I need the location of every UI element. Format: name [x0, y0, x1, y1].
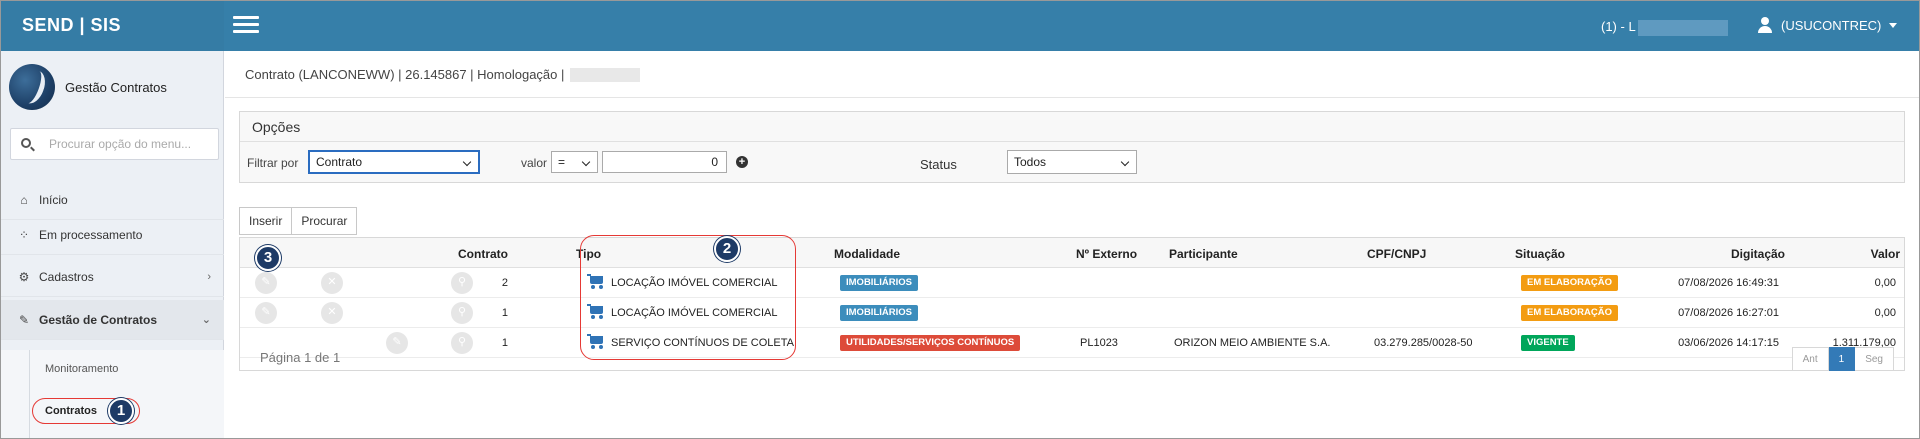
sidebar-item-label: Cadastros [39, 269, 94, 284]
annotation-badge-2: 2 [714, 236, 740, 262]
delete-row-icon[interactable] [321, 272, 343, 294]
sidebar-item-label: Em processamento [39, 227, 143, 242]
status-select[interactable]: Todos [1007, 150, 1137, 174]
chevron-down-icon: ⌄ [201, 314, 211, 326]
col-situacao[interactable]: Situação [1515, 247, 1565, 261]
operator-select-value: = [558, 155, 566, 169]
delete-row-icon[interactable] [321, 302, 343, 324]
edit-row-icon[interactable] [255, 272, 277, 294]
spinner-icon: ⁘ [18, 227, 30, 242]
table-footer: Página 1 de 1 Ant 1 Seg [240, 344, 1904, 371]
sidebar-item-inicio[interactable]: ⌂ Início [1, 180, 224, 220]
col-valor[interactable]: Valor [1871, 247, 1900, 261]
add-filter-icon[interactable]: + [736, 156, 748, 168]
sidebar-item-cadastros[interactable]: ⚙ Cadastros › [1, 257, 224, 297]
modalidade-badge: IMOBILIÁRIOS [840, 305, 918, 321]
user-name: (USUCONTREC) [1781, 17, 1882, 33]
value-label: valor [521, 156, 548, 170]
sidebar-item-gestao-de-contratos[interactable]: ✎ Gestão de Contratos ⌄ [1, 300, 224, 340]
page-1-button[interactable]: 1 [1828, 347, 1856, 371]
chevron-down-icon [1122, 159, 1130, 165]
breadcrumb: Contrato (LANCONEWW) | 26.145867 | Homol… [245, 67, 641, 82]
caret-down-icon [1889, 22, 1898, 28]
gears-icon: ⚙ [18, 269, 30, 284]
app-window: SEND | SIS (1) - L (USUCONTREC) Gestão C… [0, 0, 1920, 439]
status-badge: EM ELABORAÇÃO [1521, 305, 1618, 321]
prev-page-button[interactable]: Ant [1791, 347, 1829, 371]
col-participante[interactable]: Participante [1169, 247, 1238, 261]
edit-row-icon[interactable] [255, 302, 277, 324]
cell-digitacao: 07/08/2026 16:27:01 [1678, 307, 1779, 319]
table-row[interactable]: 2 LOCAÇÃO IMÓVEL COMERCIAL IMOBILIÁRIOS … [240, 268, 1904, 298]
modalidade-badge: IMOBILIÁRIOS [840, 275, 918, 291]
value-input[interactable]: 0 [602, 151, 727, 173]
filter-select[interactable]: Contrato [308, 150, 480, 174]
view-row-icon[interactable] [451, 302, 473, 324]
annotation-badge-1: 1 [108, 398, 134, 424]
company-logo-icon [9, 64, 55, 110]
insert-button[interactable]: Inserir [239, 207, 293, 235]
cell-valor: 0,00 [1874, 307, 1896, 319]
annotation-badge-3: 3 [255, 245, 281, 271]
col-n-externo[interactable]: Nº Externo [1076, 247, 1137, 261]
status-label: Status [920, 157, 957, 172]
redacted-mask [1637, 19, 1728, 36]
table-header: Contrato Tipo Modalidade Nº Externo Part… [240, 238, 1904, 268]
status-badge: EM ELABORAÇÃO [1521, 275, 1618, 291]
col-digitacao[interactable]: Digitação [1731, 247, 1785, 261]
search-icon [21, 138, 31, 148]
cell-contrato: 1 [501, 307, 508, 319]
redacted-mask [570, 67, 641, 82]
sidebar-title: Gestão Contratos [65, 80, 167, 95]
user-icon [1757, 17, 1773, 33]
table-row[interactable]: 1 LOCAÇÃO IMÓVEL COMERCIAL IMOBILIÁRIOS … [240, 298, 1904, 328]
breadcrumb-text: Contrato (LANCONEWW) | 26.145867 | Homol… [245, 67, 565, 82]
divider [225, 97, 1919, 98]
col-contrato[interactable]: Contrato [458, 247, 508, 261]
divider [240, 141, 1904, 142]
home-icon: ⌂ [20, 192, 28, 207]
filter-select-value: Contrato [316, 155, 363, 169]
annotation-ring-tipo [580, 235, 796, 360]
menu-search-input[interactable] [49, 135, 209, 153]
search-button[interactable]: Procurar [292, 207, 358, 235]
chevron-down-icon [464, 159, 472, 165]
view-row-icon[interactable] [451, 272, 473, 294]
user-menu[interactable]: (USUCONTREC) [1757, 17, 1898, 33]
chevron-right-icon: › [207, 270, 211, 283]
pagination: Ant 1 Seg [1791, 347, 1894, 371]
brand-logo-text[interactable]: SEND | SIS [1, 1, 224, 51]
edit-icon: ✎ [18, 312, 30, 327]
contracts-table: Contrato Tipo Modalidade Nº Externo Part… [239, 237, 1905, 371]
cell-contrato: 2 [501, 277, 508, 289]
cell-valor: 0,00 [1874, 277, 1896, 289]
col-modalidade[interactable]: Modalidade [834, 247, 900, 261]
sidebar: Gestão Contratos ⌂ Início ⁘ Em processam… [1, 51, 224, 438]
status-select-value: Todos [1014, 155, 1047, 169]
sidebar-item-label: Gestão de Contratos [39, 312, 158, 327]
main-content: Contrato (LANCONEWW) | 26.145867 | Homol… [225, 51, 1919, 438]
sidebar-item-label: Início [39, 192, 68, 207]
cell-digitacao: 07/08/2026 16:49:31 [1678, 277, 1779, 289]
sidebar-header: Gestão Contratos [1, 51, 224, 123]
options-title: Opções [252, 119, 301, 135]
col-cpf-cnpj[interactable]: CPF/CNPJ [1367, 247, 1426, 261]
operator-select[interactable]: = [551, 151, 598, 173]
options-panel: Opções Filtrar por Contrato valor = 0 + … [239, 111, 1905, 183]
sidebar-search [10, 128, 219, 160]
filter-label: Filtrar por [247, 156, 299, 170]
hamburger-menu-icon[interactable] [233, 16, 259, 36]
chevron-down-icon [583, 159, 591, 165]
next-page-button[interactable]: Seg [1855, 347, 1894, 371]
top-navbar: SEND | SIS (1) - L (USUCONTREC) [1, 1, 1919, 51]
sidebar-item-em-processamento[interactable]: ⁘ Em processamento [1, 215, 224, 255]
submenu-gestao-de-contratos: Monitoramento Contratos [1, 350, 224, 438]
submenu-item-monitoramento[interactable]: Monitoramento [45, 363, 118, 375]
page-info: Página 1 de 1 [260, 350, 341, 365]
toolbar: Inserir Procurar [239, 207, 358, 235]
environment-label: (1) - L [1601, 19, 1728, 36]
submenu-connector-line [29, 350, 30, 438]
